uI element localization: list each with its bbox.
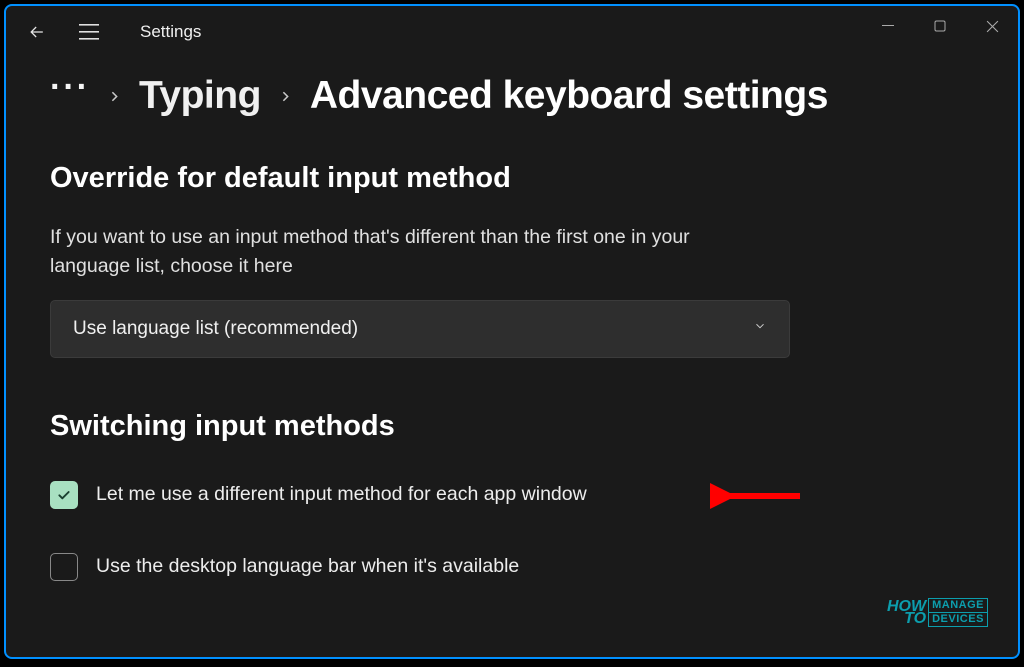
arrow-left-icon xyxy=(27,22,47,42)
close-button[interactable] xyxy=(966,6,1018,46)
menu-button[interactable] xyxy=(72,15,106,49)
titlebar: Settings xyxy=(6,6,1018,58)
back-button[interactable] xyxy=(20,15,54,49)
override-section-desc: If you want to use an input method that'… xyxy=(50,223,770,282)
breadcrumb-typing[interactable]: Typing xyxy=(139,74,261,118)
checkbox-label: Use the desktop language bar when it's a… xyxy=(96,555,519,578)
chevron-down-icon xyxy=(753,319,767,338)
content-area: ··· Typing Advanced keyboard settings Ov… xyxy=(6,58,1018,581)
minimize-button[interactable] xyxy=(862,6,914,46)
minimize-icon xyxy=(882,20,894,32)
annotation-arrow-icon xyxy=(710,476,805,516)
settings-window: Settings ··· Typing Advanced keyboard se… xyxy=(4,4,1020,659)
chevron-right-icon xyxy=(106,88,123,105)
checkbox-different-input[interactable] xyxy=(50,481,78,509)
switching-section-title: Switching input methods xyxy=(50,410,974,443)
checkbox-language-bar[interactable] xyxy=(50,553,78,581)
watermark: HOW TO MANAGE DEVICES xyxy=(887,598,988,627)
option-desktop-language-bar: Use the desktop language bar when it's a… xyxy=(50,553,974,581)
window-controls xyxy=(862,6,1018,46)
close-icon xyxy=(986,20,999,33)
maximize-button[interactable] xyxy=(914,6,966,46)
checkbox-label: Let me use a different input method for … xyxy=(96,483,587,506)
breadcrumb-more[interactable]: ··· xyxy=(50,82,90,110)
checkmark-icon xyxy=(56,487,72,503)
hamburger-icon xyxy=(79,24,99,40)
input-method-select[interactable]: Use language list (recommended) xyxy=(50,300,790,358)
breadcrumb: ··· Typing Advanced keyboard settings xyxy=(50,74,974,118)
app-title: Settings xyxy=(140,22,201,42)
override-section-title: Override for default input method xyxy=(50,162,974,195)
select-value-label: Use language list (recommended) xyxy=(73,318,358,340)
maximize-icon xyxy=(934,20,946,32)
chevron-right-icon xyxy=(277,88,294,105)
option-different-input-per-window: Let me use a different input method for … xyxy=(50,481,974,509)
breadcrumb-current: Advanced keyboard settings xyxy=(310,74,828,118)
